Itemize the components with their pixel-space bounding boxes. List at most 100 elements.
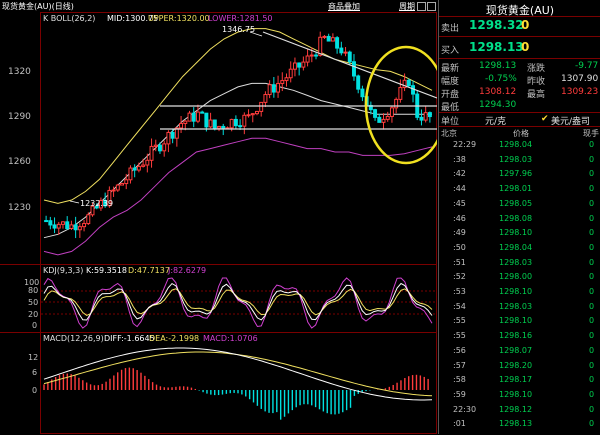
y-tick: 12	[28, 353, 38, 362]
tick-price: 1298.10	[499, 287, 533, 296]
checkmark-icon: ✔	[541, 114, 549, 124]
stat-label-open: 开盘	[441, 90, 460, 100]
tick-row: :50 1298.04 0	[439, 243, 600, 259]
tick-time: :51	[453, 257, 466, 267]
stat-high: 1309.23	[561, 87, 599, 97]
tick-price: 1298.20	[499, 360, 533, 370]
tick-volume: 0	[589, 375, 595, 385]
tick-row: :42 1297.96 0	[439, 169, 600, 185]
buy-price: 1298.13	[469, 40, 524, 54]
tick-price: 1298.12	[499, 404, 533, 414]
tick-price: 1298.03	[499, 154, 533, 164]
y-tick: 0	[32, 321, 37, 330]
tick-row: :38 1298.03 0	[439, 155, 600, 171]
boll-upper: UPPER:1320.00	[148, 14, 210, 23]
candle-body	[398, 87, 403, 100]
high-price-label: 1346.75	[222, 25, 255, 34]
candle-body	[132, 167, 137, 171]
candle-body	[352, 61, 356, 77]
candle-body	[280, 80, 285, 84]
tick-time: :52	[453, 272, 466, 282]
y-tick: 6	[32, 368, 37, 377]
candle-body	[221, 125, 226, 129]
candle-body	[136, 165, 141, 171]
tick-time: :49	[453, 228, 466, 238]
candle-body	[195, 111, 200, 122]
candle-body	[170, 131, 175, 139]
candle-body	[141, 164, 146, 167]
quote-panel: 现货黄金(AU) 卖出 1298.32 0 买入 1298.13 0 最新 12…	[438, 0, 600, 434]
tick-row: :55 1298.10 0	[439, 316, 600, 332]
tick-row: :51 1298.03 0	[439, 258, 600, 274]
candle-body	[267, 84, 272, 96]
candle-body	[339, 47, 344, 54]
y-tick: 1290	[8, 112, 31, 122]
restore-icon[interactable]	[417, 2, 426, 11]
tick-row: :57 1298.20 0	[439, 361, 600, 377]
tick-volume: 0	[589, 169, 595, 179]
candle-body	[187, 112, 192, 122]
tick-price: 1298.07	[499, 345, 533, 355]
macd-histogram	[43, 367, 429, 420]
tick-volume: 0	[589, 154, 595, 164]
candle-body	[385, 115, 390, 120]
candle-body	[343, 51, 348, 54]
low-pointer	[69, 200, 80, 204]
candle-body	[406, 79, 411, 87]
stat-label-prev-close: 昨收	[527, 77, 546, 87]
candle-body	[419, 116, 424, 121]
tick-time: :54	[453, 301, 466, 311]
tick-row: :55 1298.16 0	[439, 331, 600, 347]
overlay-commodity-button[interactable]: 商品叠加	[328, 1, 360, 12]
price-chart[interactable]: K BOLL(26,2) MID:1300.75 UPPER:1320.00 L…	[0, 12, 437, 434]
grid-icon[interactable]	[427, 2, 436, 11]
tick-volume: 0	[589, 316, 595, 326]
stat-prev-close: 1307.90	[561, 74, 599, 84]
candle-body	[389, 107, 394, 117]
period-button[interactable]: 周期	[399, 1, 415, 12]
boll-lower: LOWER:1281.50	[208, 14, 273, 23]
tick-price: 1298.01	[499, 184, 533, 194]
trend-line	[262, 31, 437, 99]
chart-title: 现货黄金(AU)(日线)	[2, 2, 74, 11]
divider	[439, 112, 600, 113]
macd-dea-value: DEA:-2.1998	[149, 334, 199, 343]
y-tick: 50	[28, 298, 38, 307]
stat-change: -9.77	[575, 61, 599, 71]
tick-time: :57	[453, 360, 466, 370]
tick-volume: 0	[589, 404, 595, 414]
candle-body	[322, 35, 327, 38]
tick-time: :55	[453, 331, 466, 341]
tick-volume: 0	[589, 345, 595, 355]
candle-body	[233, 118, 238, 127]
tick-volume: 0	[589, 213, 595, 223]
candle-body	[166, 131, 171, 145]
tick-price: 1298.10	[499, 316, 533, 326]
candle-body	[229, 118, 234, 129]
tick-price: 1298.13	[499, 419, 533, 429]
candle-body	[115, 184, 120, 191]
tick-volume: 0	[589, 331, 595, 341]
candle-body	[183, 120, 188, 124]
candle-body	[360, 88, 365, 98]
candle-body	[250, 113, 255, 116]
candle-body	[44, 220, 49, 223]
candle-body	[77, 226, 82, 231]
candle-body	[242, 114, 247, 127]
tick-time: 22:30	[453, 404, 477, 414]
tick-row: :01 1298.13 0	[439, 419, 600, 435]
kdj-label: KDJ(9,3,3)	[43, 266, 83, 275]
candle-body	[52, 224, 57, 229]
tick-price: 1298.17	[499, 375, 533, 385]
tick-time: :38	[453, 154, 466, 164]
high-pointer	[249, 31, 263, 37]
candle-body	[259, 101, 264, 112]
candle-body	[301, 61, 306, 68]
stat-latest: 1298.13	[479, 61, 517, 71]
tick-price: 1297.96	[499, 169, 533, 179]
tick-row: :45 1298.05 0	[439, 199, 600, 215]
lower-band-line	[43, 137, 433, 256]
tick-row: 22:30 1298.12 0	[439, 405, 600, 421]
candle-body	[309, 54, 314, 57]
candle-body	[65, 221, 70, 229]
